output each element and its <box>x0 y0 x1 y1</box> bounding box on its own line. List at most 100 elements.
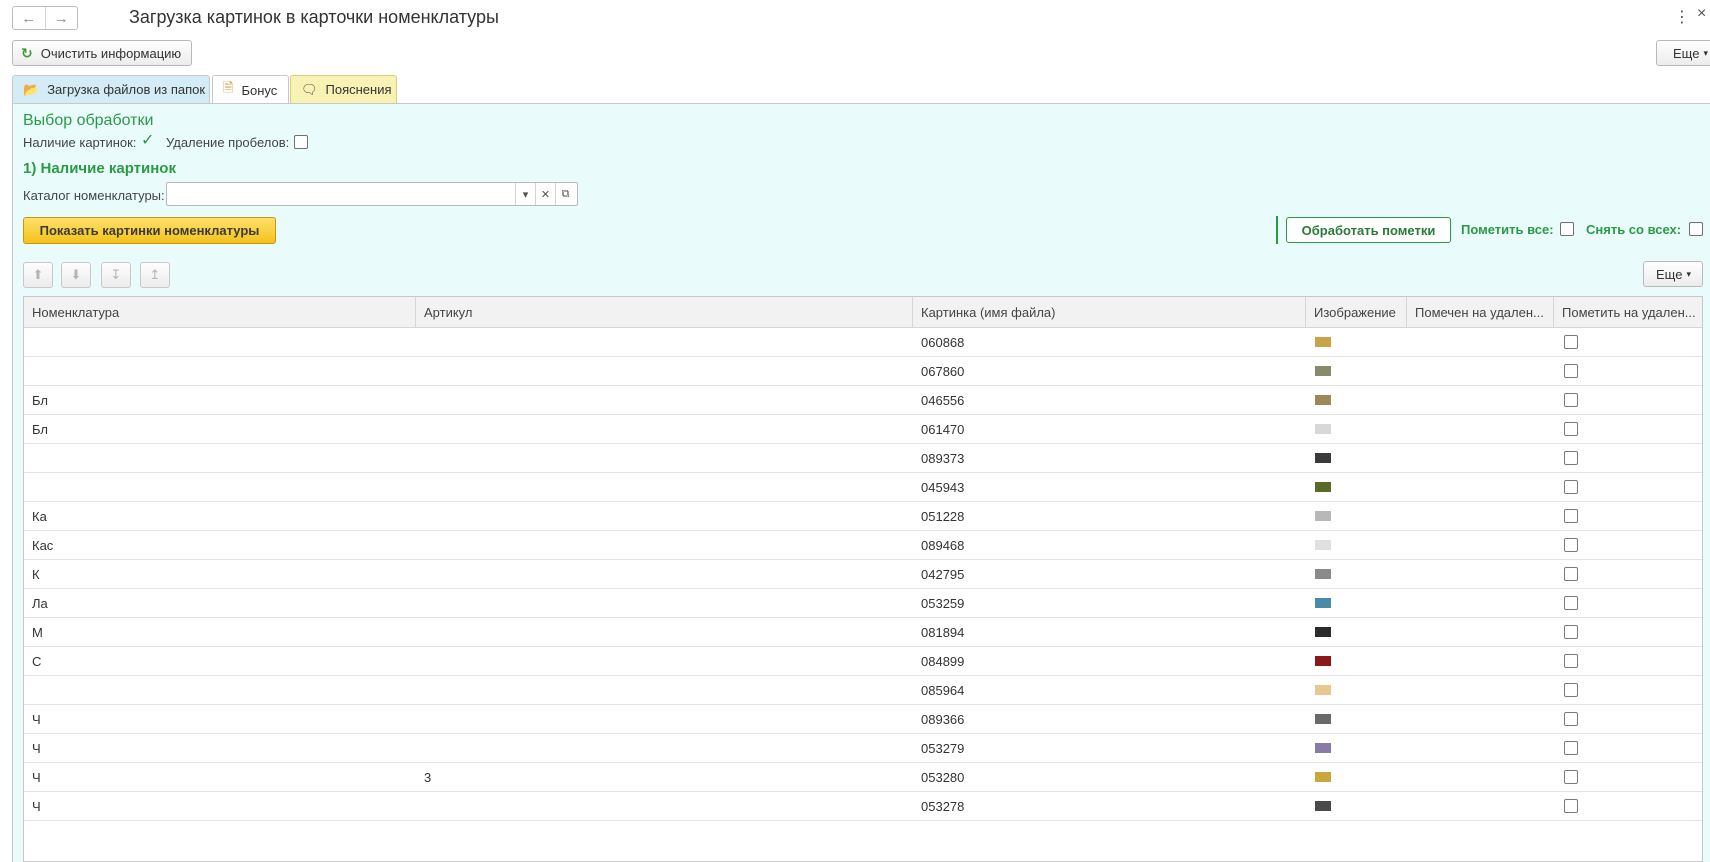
column-header-marked[interactable]: Помечен на удален... <box>1407 297 1554 328</box>
tab-explanations[interactable]: 🗨 Пояснения <box>290 75 397 103</box>
mark-for-deletion-checkbox[interactable] <box>1564 799 1578 813</box>
table-more-button[interactable]: Еще ▾ <box>1643 261 1703 287</box>
mark-all-label: Пометить все: <box>1461 222 1554 237</box>
table-row[interactable]: Ч 053278 <box>24 792 1702 821</box>
mark-for-deletion-checkbox[interactable] <box>1564 712 1578 726</box>
mark-for-deletion-checkbox[interactable] <box>1564 741 1578 755</box>
column-header-file[interactable]: Картинка (имя файла) <box>913 297 1306 328</box>
table-row[interactable]: К 042795 <box>24 560 1702 589</box>
table-row[interactable]: Ла 053259 <box>24 589 1702 618</box>
has-images-checkbox[interactable]: ✓ <box>141 133 155 149</box>
sort-descending-icon[interactable]: ↥ <box>140 262 170 288</box>
cell-article <box>416 676 913 704</box>
mark-for-deletion-checkbox[interactable] <box>1564 538 1578 552</box>
thumbnail-image <box>1315 482 1331 492</box>
table-row[interactable]: М 081894 <box>24 618 1702 647</box>
cell-marked <box>1407 357 1554 385</box>
tab-label: Загрузка файлов из папок <box>47 82 206 97</box>
move-up-icon[interactable]: ⬆ <box>23 262 53 288</box>
cell-image <box>1306 705 1407 733</box>
tab-folder-upload[interactable]: 📂 Загрузка файлов из папок <box>12 75 210 103</box>
mark-for-deletion-checkbox[interactable] <box>1564 480 1578 494</box>
table-row[interactable]: Ч 053279 <box>24 734 1702 763</box>
cell-image <box>1306 386 1407 414</box>
close-icon[interactable]: × <box>1697 5 1706 23</box>
cell-mark <box>1554 589 1704 617</box>
mark-for-deletion-checkbox[interactable] <box>1564 567 1578 581</box>
process-marks-button[interactable]: Обработать пометки <box>1286 217 1451 243</box>
cell-mark <box>1554 618 1704 646</box>
mark-for-deletion-checkbox[interactable] <box>1564 422 1578 436</box>
cell-mark <box>1554 415 1704 443</box>
table-row[interactable]: 045943 <box>24 473 1702 502</box>
open-icon[interactable]: ⧉ <box>555 183 575 205</box>
kebab-menu-icon[interactable]: ⋮ <box>1674 7 1690 27</box>
cell-mark <box>1554 676 1704 704</box>
back-arrow-icon[interactable]: ← <box>13 7 46 29</box>
show-images-button[interactable]: Показать картинки номенклатуры <box>23 217 276 244</box>
thumbnail-image <box>1315 453 1331 463</box>
clear-icon[interactable]: ✕ <box>535 183 555 205</box>
cell-article <box>416 705 913 733</box>
unmark-all-checkbox[interactable] <box>1689 222 1703 236</box>
more-button[interactable]: Еще ▾ <box>1656 40 1710 66</box>
cell-marked <box>1407 589 1554 617</box>
table-row[interactable]: Бл 061470 <box>24 415 1702 444</box>
cell-mark <box>1554 705 1704 733</box>
tab-bonus[interactable]: 🗎 Бонус <box>212 75 289 104</box>
cell-image <box>1306 734 1407 762</box>
table-row[interactable]: Ч 3 053280 <box>24 763 1702 792</box>
cell-nomenclature <box>24 444 416 472</box>
column-header-nomenclature[interactable]: Номенклатура <box>24 297 416 328</box>
cell-image <box>1306 357 1407 385</box>
document-icon: 🗎 <box>223 80 234 95</box>
cell-mark <box>1554 560 1704 588</box>
clear-info-button[interactable]: ↻ Очистить информацию <box>12 40 192 66</box>
dropdown-icon[interactable]: ▾ <box>515 183 535 205</box>
thumbnail-image <box>1315 424 1331 434</box>
cell-mark <box>1554 792 1704 820</box>
thumbnail-image <box>1315 743 1331 753</box>
mark-for-deletion-checkbox[interactable] <box>1564 335 1578 349</box>
mark-for-deletion-checkbox[interactable] <box>1564 509 1578 523</box>
mark-for-deletion-checkbox[interactable] <box>1564 364 1578 378</box>
mark-for-deletion-checkbox[interactable] <box>1564 451 1578 465</box>
divider <box>1276 216 1278 244</box>
mark-all-checkbox[interactable] <box>1560 222 1574 236</box>
mark-for-deletion-checkbox[interactable] <box>1564 625 1578 639</box>
table-row[interactable]: Кас 089468 <box>24 531 1702 560</box>
tab-label: Бонус <box>241 82 278 98</box>
column-header-image[interactable]: Изображение <box>1306 297 1407 328</box>
remove-spaces-checkbox[interactable] <box>294 135 308 149</box>
cell-file: 046556 <box>921 392 965 408</box>
mark-for-deletion-checkbox[interactable] <box>1564 683 1578 697</box>
sort-ascending-icon[interactable]: ↧ <box>101 262 131 288</box>
table-row[interactable]: 089373 <box>24 444 1702 473</box>
table-row[interactable]: Ч 089366 <box>24 705 1702 734</box>
table-row[interactable]: 067860 <box>24 357 1702 386</box>
table-row[interactable]: Бл 046556 <box>24 386 1702 415</box>
cell-file: 067860 <box>921 363 965 379</box>
table-row[interactable]: С 084899 <box>24 647 1702 676</box>
forward-arrow-icon[interactable]: → <box>46 7 78 29</box>
cell-article <box>416 328 913 356</box>
thumbnail-image <box>1315 366 1331 376</box>
column-header-mark[interactable]: Пометить на удален... <box>1554 297 1704 328</box>
mark-for-deletion-checkbox[interactable] <box>1564 596 1578 610</box>
cell-mark <box>1554 734 1704 762</box>
table-row[interactable]: Ка 051228 <box>24 502 1702 531</box>
mark-for-deletion-checkbox[interactable] <box>1564 654 1578 668</box>
table-row[interactable]: 085964 <box>24 676 1702 705</box>
table-row[interactable]: 060868 <box>24 328 1702 357</box>
cell-file: 053279 <box>921 740 965 756</box>
mark-for-deletion-checkbox[interactable] <box>1564 770 1578 784</box>
thumbnail-image <box>1315 772 1331 782</box>
cell-file: 045943 <box>921 479 965 495</box>
thumbnail-image <box>1315 627 1331 637</box>
cell-marked <box>1407 792 1554 820</box>
mark-for-deletion-checkbox[interactable] <box>1564 393 1578 407</box>
move-down-icon[interactable]: ⬇ <box>61 262 91 288</box>
catalog-input[interactable]: ▾ ✕ ⧉ <box>166 182 578 206</box>
column-header-article[interactable]: Артикул <box>416 297 913 328</box>
cell-nomenclature <box>24 357 416 385</box>
